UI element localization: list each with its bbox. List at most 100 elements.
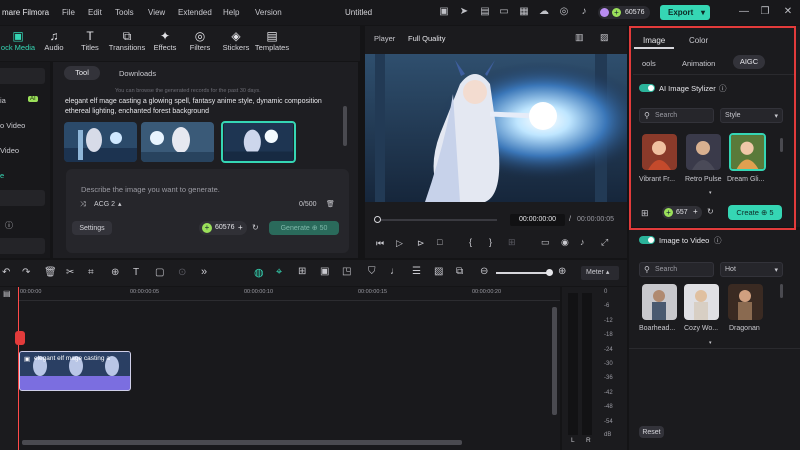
tab-downloads[interactable]: Downloads xyxy=(119,69,156,78)
quality-select[interactable]: Full Quality xyxy=(408,34,446,43)
shuffle-icon[interactable]: ⤨ xyxy=(80,201,86,209)
restore-icon[interactable]: ❐ xyxy=(759,6,771,18)
nav-item-image-to-video[interactable]: o Video xyxy=(0,121,25,130)
menu-tools[interactable]: Tools xyxy=(115,8,134,17)
stop-icon[interactable]: □ xyxy=(437,237,442,247)
preview-canvas[interactable] xyxy=(365,54,627,202)
image-icon[interactable]: ▨ xyxy=(600,32,609,43)
video-thumb-2[interactable] xyxy=(684,284,719,320)
delete-icon[interactable]: 🗑 xyxy=(44,267,57,278)
nav-item-video[interactable]: Video xyxy=(0,146,19,155)
mark-out-icon[interactable]: } xyxy=(489,237,492,247)
help-icon[interactable]: ⓘ xyxy=(714,235,722,246)
reset-button[interactable]: Reset xyxy=(639,426,664,438)
next-frame-icon[interactable]: ⊳ xyxy=(417,238,425,249)
video-thumb-3[interactable] xyxy=(728,284,763,320)
credits-pill[interactable]: + 60576 xyxy=(598,6,650,19)
zoom-out-icon[interactable]: ⊖ xyxy=(480,266,488,277)
help-icon[interactable]: ⓘ xyxy=(5,220,13,231)
nav-item-label[interactable]: ia xyxy=(0,96,6,105)
generate-button[interactable]: Generate ⊕ 50 xyxy=(269,221,339,235)
link-icon[interactable]: ⧉ xyxy=(456,266,463,277)
refresh-icon[interactable]: ↻ xyxy=(252,223,259,232)
headset-icon[interactable]: ◎ xyxy=(558,6,570,18)
zoom-icon[interactable]: ⊙ xyxy=(178,267,186,278)
vertical-scrollbar[interactable] xyxy=(552,307,557,415)
render-icon[interactable]: ◳ xyxy=(342,266,351,277)
menu-edit[interactable]: Edit xyxy=(88,8,102,17)
model-select[interactable]: ACG 2 xyxy=(94,201,115,208)
mark-in-icon[interactable]: { xyxy=(469,237,472,247)
cloud-icon[interactable]: ☁ xyxy=(538,6,550,18)
scrollbar[interactable] xyxy=(343,106,347,146)
crop-icon[interactable]: ⌗ xyxy=(88,267,94,278)
text-icon[interactable]: T xyxy=(133,267,139,278)
redo-icon[interactable]: ↷ xyxy=(22,267,30,278)
tab-templates[interactable]: ▤ Templates xyxy=(254,30,290,53)
generated-image-1[interactable] xyxy=(64,122,137,162)
tab-stock-media[interactable]: ▣ ock Media xyxy=(0,30,36,53)
transform-icon[interactable]: ⊕ xyxy=(111,267,119,278)
nav-item-image[interactable]: e xyxy=(0,171,4,180)
bell-icon[interactable]: ♪ xyxy=(578,6,590,18)
progress-handle[interactable] xyxy=(374,216,381,223)
export-button[interactable]: Export ▾ xyxy=(660,5,710,20)
scrollbar[interactable] xyxy=(780,284,783,298)
nav-item[interactable] xyxy=(0,190,45,206)
menu-help[interactable]: Help xyxy=(223,8,239,17)
expand-icon[interactable]: ▾ xyxy=(709,340,712,346)
current-time[interactable]: 00:00:00:00 xyxy=(510,214,565,226)
video-thumb-1[interactable] xyxy=(642,284,677,320)
horizontal-scrollbar[interactable] xyxy=(22,440,462,445)
snapshot-icon[interactable]: ⊞ xyxy=(508,237,516,248)
nav-item[interactable] xyxy=(0,68,45,84)
mic-icon[interactable]: ♩ xyxy=(390,266,400,277)
ai-clip-icon[interactable]: ▣ xyxy=(320,266,329,277)
zoom-slider[interactable] xyxy=(496,272,551,274)
video-clip[interactable]: ▣ elegant elf mage casting a xyxy=(19,351,131,391)
close-icon[interactable]: ✕ xyxy=(782,6,794,18)
shield-icon[interactable]: ⛉ xyxy=(368,266,376,277)
minimize-icon[interactable]: — xyxy=(738,6,750,18)
progress-track[interactable] xyxy=(377,219,497,221)
play-icon[interactable]: ▷ xyxy=(396,238,403,249)
zoom-in-icon[interactable]: ⊕ xyxy=(558,266,566,277)
menu-file[interactable]: File xyxy=(62,8,75,17)
i2v-search[interactable]: ⚲ Search xyxy=(639,262,714,277)
send-icon[interactable]: ➤ xyxy=(458,6,470,18)
tab-transitions[interactable]: ⧉ Transitions xyxy=(108,30,146,53)
more-icon[interactable]: » xyxy=(201,266,207,278)
menu-view[interactable]: View xyxy=(148,8,165,17)
generated-image-3-selected[interactable] xyxy=(221,121,296,163)
generated-image-2[interactable] xyxy=(141,122,214,162)
smart-icon[interactable]: ◍ xyxy=(254,266,264,279)
add-credits-icon[interactable]: + xyxy=(238,223,243,232)
camera-icon[interactable]: ◉ xyxy=(561,237,569,248)
prompt-input[interactable]: Describe the image you want to generate. xyxy=(81,185,220,194)
display-icon[interactable]: ▭ xyxy=(541,237,550,248)
volume-icon[interactable]: ♪ xyxy=(580,237,585,247)
tab-stickers[interactable]: ◈ Stickers xyxy=(220,30,252,53)
menu-version[interactable]: Version xyxy=(255,8,282,17)
tab-effects[interactable]: ✦ Effects xyxy=(151,30,179,53)
settings-button[interactable]: Settings xyxy=(72,221,112,235)
prev-frame-icon[interactable]: ⏮ xyxy=(376,238,384,249)
gift-icon[interactable]: ▣ xyxy=(438,6,450,18)
crop-box-icon[interactable]: ▢ xyxy=(155,267,164,278)
hot-select[interactable]: Hot ▾ xyxy=(720,262,783,277)
trash-icon[interactable]: 🗑 xyxy=(326,200,335,208)
tab-audio[interactable]: ♫ Audio xyxy=(42,30,66,53)
stack-icon[interactable]: ☰ xyxy=(412,266,421,277)
tab-titles[interactable]: T Titles xyxy=(77,30,103,53)
compare-icon[interactable]: ▥ xyxy=(575,32,584,43)
nav-item[interactable] xyxy=(0,238,45,254)
i2v-toggle[interactable] xyxy=(639,236,655,244)
tab-tool[interactable]: Tool xyxy=(64,66,100,80)
add-track-icon[interactable]: ⊞ xyxy=(298,266,306,277)
menu-extended[interactable]: Extended xyxy=(178,8,212,17)
cut-icon[interactable]: ✂ xyxy=(66,267,74,278)
fullscreen-icon[interactable]: ⤢ xyxy=(601,237,608,248)
time-ruler[interactable]: 00:00:00 00:00:00:05 00:00:00:10 00:00:0… xyxy=(18,287,560,301)
image-icon[interactable]: ▨ xyxy=(434,266,443,277)
zoom-handle[interactable] xyxy=(546,269,553,276)
